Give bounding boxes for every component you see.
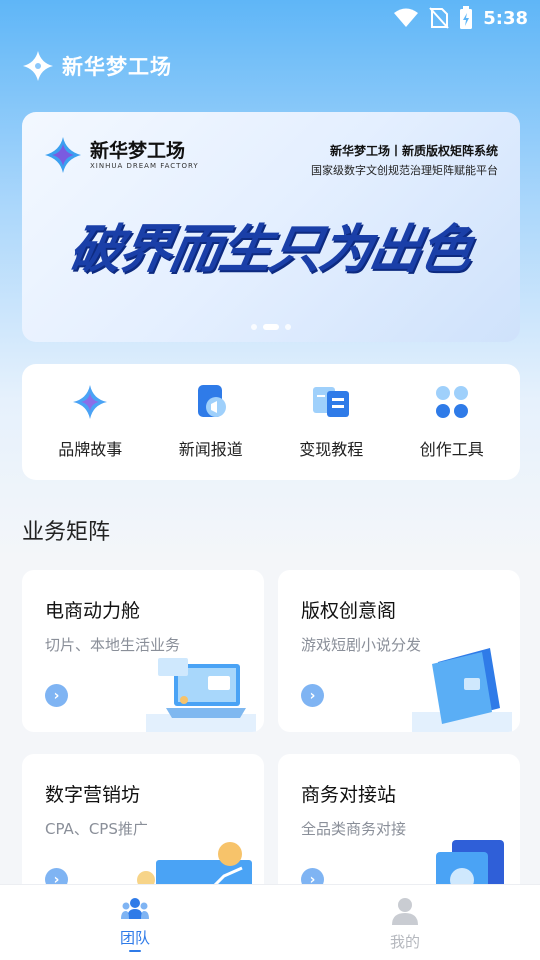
- quick-item-news[interactable]: 新闻报道: [156, 364, 266, 480]
- quick-label: 变现教程: [299, 440, 364, 459]
- wifi-icon: [394, 8, 419, 27]
- banner-headline: 新华梦工场丨新质版权矩阵系统: [329, 144, 498, 158]
- banner-pagination: [22, 324, 520, 330]
- nav-item-profile[interactable]: 我的: [270, 885, 540, 960]
- megaphone-icon: [191, 382, 231, 422]
- battery-icon: [460, 6, 473, 29]
- quick-item-brand-story[interactable]: 品牌故事: [35, 364, 145, 480]
- card-desc: 游戏短剧小说分发: [301, 636, 422, 654]
- banner-dot-active[interactable]: [263, 324, 279, 330]
- card-desc: 全品类商务对接: [301, 820, 407, 838]
- banner-logo: 新华梦工场 XINHUA DREAM FACTORY: [44, 136, 199, 174]
- nav-label: 团队: [119, 929, 150, 947]
- team-icon: [121, 898, 149, 919]
- chevron-right-icon[interactable]: ›: [301, 684, 324, 707]
- section-title: 业务矩阵: [22, 520, 111, 545]
- laptop-illustration: [146, 658, 256, 732]
- user-icon: [392, 898, 418, 925]
- card-title: 数字营销坊: [45, 784, 141, 806]
- banner-subline: 国家级数字文创规范治理矩阵赋能平台: [311, 164, 498, 177]
- banner-dot[interactable]: [251, 324, 257, 330]
- chevron-right-icon[interactable]: ›: [45, 684, 68, 707]
- card-ecommerce[interactable]: 电商动力舱 切片、本地生活业务 ›: [22, 570, 264, 732]
- nav-active-indicator: [129, 950, 141, 952]
- banner-logo-icon: [45, 137, 81, 173]
- app-header: 新华梦工场: [22, 50, 172, 82]
- status-icons: 5:38: [393, 6, 528, 30]
- card-title: 商务对接站: [301, 784, 397, 806]
- banner-brand: 新华梦工场: [90, 140, 186, 162]
- nav-label: 我的: [389, 933, 420, 951]
- nav-item-team[interactable]: 团队: [0, 885, 270, 960]
- quick-menu: 品牌故事 新闻报道 变现教程 创作工具: [22, 364, 520, 480]
- status-bar: 5:38: [0, 0, 540, 36]
- card-copyright[interactable]: 版权创意阁 游戏短剧小说分发 ›: [278, 570, 520, 732]
- banner-brand-sub: XINHUA DREAM FACTORY: [90, 162, 199, 170]
- app-title: 新华梦工场: [62, 55, 172, 79]
- quick-item-tutorial[interactable]: 变现教程: [276, 364, 386, 480]
- no-sim-icon: [429, 7, 449, 29]
- quick-label: 新闻报道: [178, 440, 243, 459]
- grid-dots-icon: [432, 382, 472, 422]
- banner-slogan: 破界而生只为出色: [64, 220, 476, 280]
- book-icon: [311, 382, 351, 422]
- wallet-illustration: [412, 648, 512, 732]
- card-title: 版权创意阁: [301, 600, 397, 622]
- quick-label: 创作工具: [419, 440, 484, 459]
- sparkle-icon: [70, 382, 110, 422]
- banner-dot[interactable]: [285, 324, 291, 330]
- bottom-nav: 团队 我的: [0, 884, 540, 960]
- card-title: 电商动力舱: [45, 600, 141, 622]
- quick-label: 品牌故事: [58, 440, 123, 459]
- status-time: 5:38: [483, 7, 528, 29]
- banner-carousel[interactable]: 新华梦工场 XINHUA DREAM FACTORY 新华梦工场丨新质版权矩阵系…: [22, 112, 520, 342]
- quick-item-tools[interactable]: 创作工具: [397, 364, 507, 480]
- banner-text: 新华梦工场丨新质版权矩阵系统 国家级数字文创规范治理矩阵赋能平台: [311, 142, 498, 178]
- sparkle-logo-icon: [23, 51, 53, 81]
